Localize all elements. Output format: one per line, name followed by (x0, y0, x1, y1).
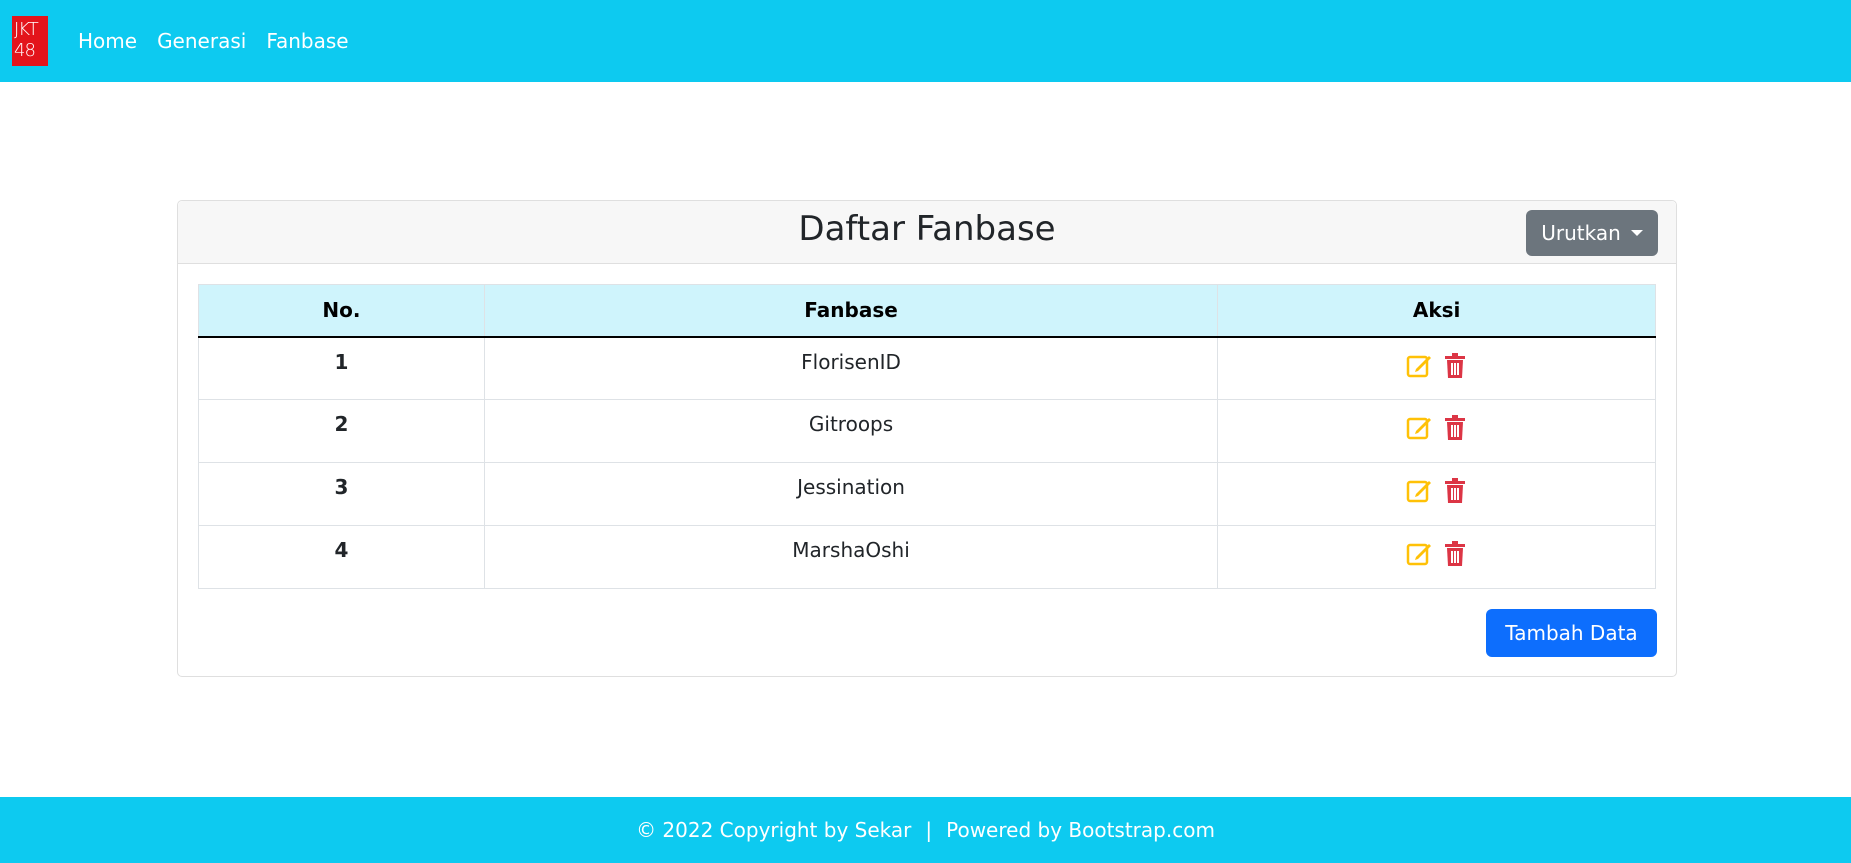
footer-powered-by: Powered by Bootstrap.com (946, 818, 1215, 842)
footer: © 2022 Copyright by Sekar | Powered by B… (0, 797, 1851, 863)
edit-icon[interactable] (1405, 352, 1433, 380)
nav-link-generasi[interactable]: Generasi (157, 29, 246, 53)
footer-copyright: © 2022 Copyright by Sekar (636, 818, 912, 842)
row-actions (1217, 462, 1656, 526)
table-row: 1 FlorisenID (198, 336, 1656, 400)
row-actions (1217, 336, 1656, 400)
row-number: 2 (198, 399, 485, 463)
table-row: 4 MarshaOshi (198, 525, 1656, 589)
edit-icon[interactable] (1405, 540, 1433, 568)
logo-text-bottom: 48 (14, 40, 36, 61)
logo-text-top: JKT (14, 19, 39, 40)
edit-icon[interactable] (1405, 477, 1433, 505)
row-number: 1 (198, 336, 485, 400)
table-row: 3 Jessination (198, 462, 1656, 526)
caret-down-icon (1630, 230, 1643, 236)
row-actions (1217, 399, 1656, 463)
edit-icon[interactable] (1405, 414, 1433, 442)
row-number: 4 (198, 525, 485, 589)
fanbase-name: FlorisenID (483, 336, 1219, 400)
trash-icon[interactable] (1441, 414, 1469, 442)
nav-link-fanbase[interactable]: Fanbase (266, 29, 348, 53)
jkt48-logo[interactable]: JKT 48 (12, 16, 48, 66)
table-row: 2 Gitroops (198, 399, 1656, 463)
navbar: JKT 48 Home Generasi Fanbase (0, 0, 1851, 82)
fanbase-card: Daftar Fanbase Urutkan No. Fanbase Aksi … (177, 200, 1677, 677)
card-header: Daftar Fanbase Urutkan (178, 201, 1676, 264)
fanbase-name: MarshaOshi (483, 525, 1219, 589)
row-number: 3 (198, 462, 485, 526)
page-title: Daftar Fanbase (798, 209, 1056, 249)
nav-link-home[interactable]: Home (78, 29, 137, 53)
trash-icon[interactable] (1441, 477, 1469, 505)
column-header-no: No. (198, 284, 485, 338)
fanbase-name: Gitroops (483, 399, 1219, 463)
table-header-row: No. Fanbase Aksi (198, 284, 1656, 338)
sort-button-label: Urutkan (1541, 221, 1621, 245)
trash-icon[interactable] (1441, 352, 1469, 380)
sort-dropdown-button[interactable]: Urutkan (1526, 210, 1658, 256)
fanbase-table: No. Fanbase Aksi 1 FlorisenID 2 Gitroops (198, 284, 1656, 589)
column-header-fanbase: Fanbase (483, 284, 1219, 338)
row-actions (1217, 525, 1656, 589)
column-header-aksi: Aksi (1217, 284, 1656, 338)
footer-separator: | (925, 818, 933, 842)
fanbase-name: Jessination (483, 462, 1219, 526)
trash-icon[interactable] (1441, 540, 1469, 568)
add-data-button[interactable]: Tambah Data (1486, 609, 1657, 657)
